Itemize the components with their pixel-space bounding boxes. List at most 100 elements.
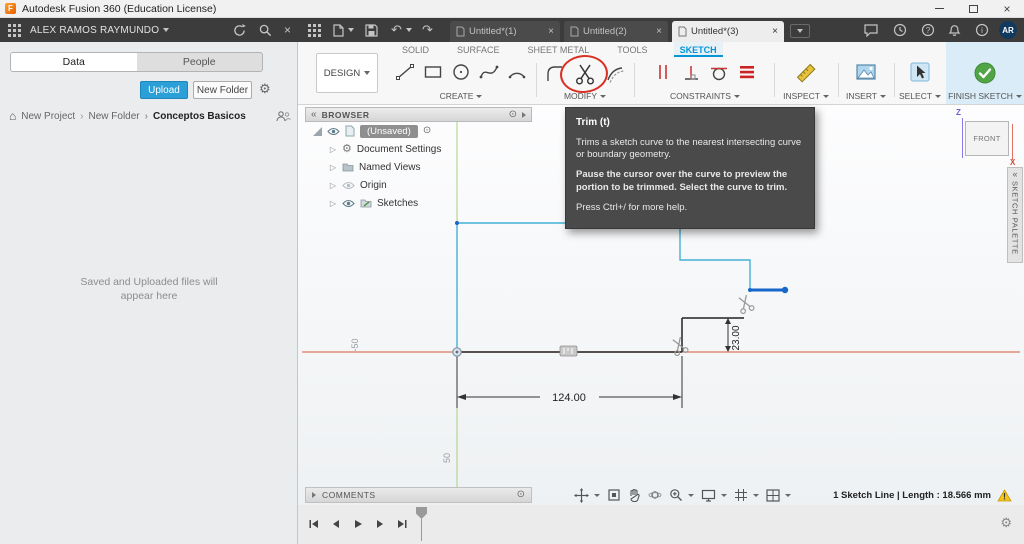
tab-surface[interactable]: SURFACE [455,42,502,57]
eye-icon[interactable] [342,199,355,208]
breadcrumb-folder[interactable]: New Folder [80,111,140,122]
arc-tool-icon[interactable] [506,61,528,83]
tab-data[interactable]: Data [11,53,137,71]
document-root-label[interactable]: (Unsaved) [360,124,418,138]
select-dropdown[interactable]: SELECT [899,91,942,101]
save-button[interactable] [365,18,378,42]
help-button[interactable]: ? [921,18,935,42]
measure-tool-icon[interactable] [794,61,818,85]
step-back-button[interactable] [330,518,342,530]
spline-tool-icon[interactable] [478,61,500,83]
browser-row-origin[interactable]: ▷ Origin [305,176,532,194]
tab-solid[interactable]: SOLID [400,42,431,57]
app-grid-menu[interactable] [8,18,21,42]
expand-icon[interactable]: ▷ [329,199,337,208]
expand-icon[interactable]: ▷ [329,163,337,172]
file-menu-button[interactable] [333,18,354,42]
info-button[interactable]: i [975,18,989,42]
skip-to-start-button[interactable] [308,518,320,530]
search-button[interactable] [259,18,272,42]
browser-row-sketches[interactable]: ▷ Sketches [305,194,532,212]
viewcube[interactable]: Z FRONT X [956,108,1018,170]
redo-button[interactable]: ↷ [422,18,433,42]
browser-row-root[interactable]: (Unsaved) ⊙ [305,122,532,140]
orbit-button[interactable] [648,488,662,502]
constraints-dropdown[interactable]: CONSTRAINTS [670,91,740,101]
timeline-settings-button[interactable]: ⚙ [1000,516,1012,529]
expand-palette-icon[interactable]: « [1012,170,1017,179]
viewport-canvas[interactable]: -50 50 23.00 124.00 « BROWSER ⊙ (Unsaved… [298,105,1024,505]
target-icon[interactable]: ⊙ [509,109,517,120]
rectangle-tool-icon[interactable] [422,61,444,83]
new-folder-button[interactable]: New Folder [193,81,252,99]
show-data-panel-button[interactable] [308,18,321,42]
upload-button[interactable]: Upload [140,81,188,99]
activate-radio-icon[interactable]: ⊙ [423,126,431,136]
dimension-height-label[interactable]: 23.00 [731,325,742,350]
perpendicular-constraint-icon[interactable] [680,61,702,83]
corner-point[interactable] [455,221,459,225]
breadcrumb-current[interactable]: Conceptos Basicos [145,111,246,122]
maximize-button[interactable] [956,0,990,18]
browser-row-document-settings[interactable]: ▷ ⚙ Document Settings [305,140,532,158]
tab-close-icon[interactable]: × [656,26,662,37]
comments-button[interactable] [864,18,878,42]
finish-sketch-dropdown[interactable]: FINISH SKETCH [948,91,1022,101]
comments-bar[interactable]: COMMENTS ⊙ [305,487,532,503]
minimize-button[interactable] [922,0,956,18]
viewcube-front-face[interactable]: FRONT [965,121,1009,156]
browser-row-named-views[interactable]: ▷ Named Views [305,158,532,176]
insert-image-icon[interactable] [854,61,878,83]
home-icon[interactable]: ⌂ [9,110,16,122]
eye-icon[interactable] [327,127,340,136]
pan-hand-button[interactable] [628,488,641,502]
eye-off-icon[interactable] [342,181,355,190]
line-endpoint[interactable] [781,286,789,294]
skip-to-end-button[interactable] [396,518,408,530]
browser-header[interactable]: « BROWSER ⊙ [305,107,532,122]
viewports-button[interactable] [766,488,791,502]
line-endpoint[interactable] [748,288,752,292]
document-tab-3-active[interactable]: Untitled*(3) × [672,21,784,42]
tangent-constraint-icon[interactable] [708,61,730,83]
sketch-profile-lines[interactable] [457,222,751,290]
play-button[interactable] [352,518,364,530]
fit-button[interactable] [607,488,621,502]
finish-sketch-icon[interactable] [973,61,997,85]
inspect-dropdown[interactable]: INSPECT [783,91,829,101]
vertical-constraint-icon[interactable] [652,61,674,83]
tab-close-icon[interactable]: × [548,26,554,37]
warning-icon[interactable]: ! [997,488,1012,502]
circle-tool-icon[interactable] [450,61,472,83]
user-menu[interactable]: ALEX RAMOS RAYMUNDO [30,18,170,42]
equal-constraint-icon[interactable] [736,61,758,83]
undo-button[interactable]: ↶ [391,18,412,42]
notifications-button[interactable] [948,18,961,42]
document-tab-2[interactable]: Untitled(2) × [564,21,668,42]
sketch-palette-tab[interactable]: « SKETCH PALETTE [1007,167,1023,263]
history-button[interactable] [893,18,907,42]
close-panel-button[interactable]: × [284,18,291,42]
breadcrumb-project[interactable]: New Project [21,111,75,122]
document-tab-1[interactable]: Untitled*(1) × [450,21,560,42]
tab-list-dropdown[interactable] [790,24,810,38]
panel-settings-button[interactable]: ⚙ [259,82,271,95]
close-button[interactable]: × [990,0,1024,18]
tab-sketch[interactable]: SKETCH [673,42,723,57]
step-forward-button[interactable] [374,518,386,530]
tab-close-icon[interactable]: × [772,26,778,37]
tab-people[interactable]: People [137,53,263,71]
target-icon[interactable]: ⊙ [517,490,525,500]
select-cursor-icon[interactable] [909,61,931,83]
refresh-button[interactable] [233,18,246,42]
people-share-icon[interactable] [276,110,291,122]
zoom-button[interactable] [669,488,694,502]
expand-icon[interactable]: ▷ [329,181,337,190]
profile-button[interactable]: AR [999,18,1017,42]
dimension-width-label[interactable]: 124.00 [552,392,586,404]
workspace-selector[interactable]: DESIGN [316,53,378,93]
insert-dropdown[interactable]: INSERT [846,91,887,101]
tab-tools[interactable]: TOOLS [615,42,649,57]
collapse-panel-icon[interactable]: « [311,109,317,120]
pan-button[interactable] [574,487,600,503]
